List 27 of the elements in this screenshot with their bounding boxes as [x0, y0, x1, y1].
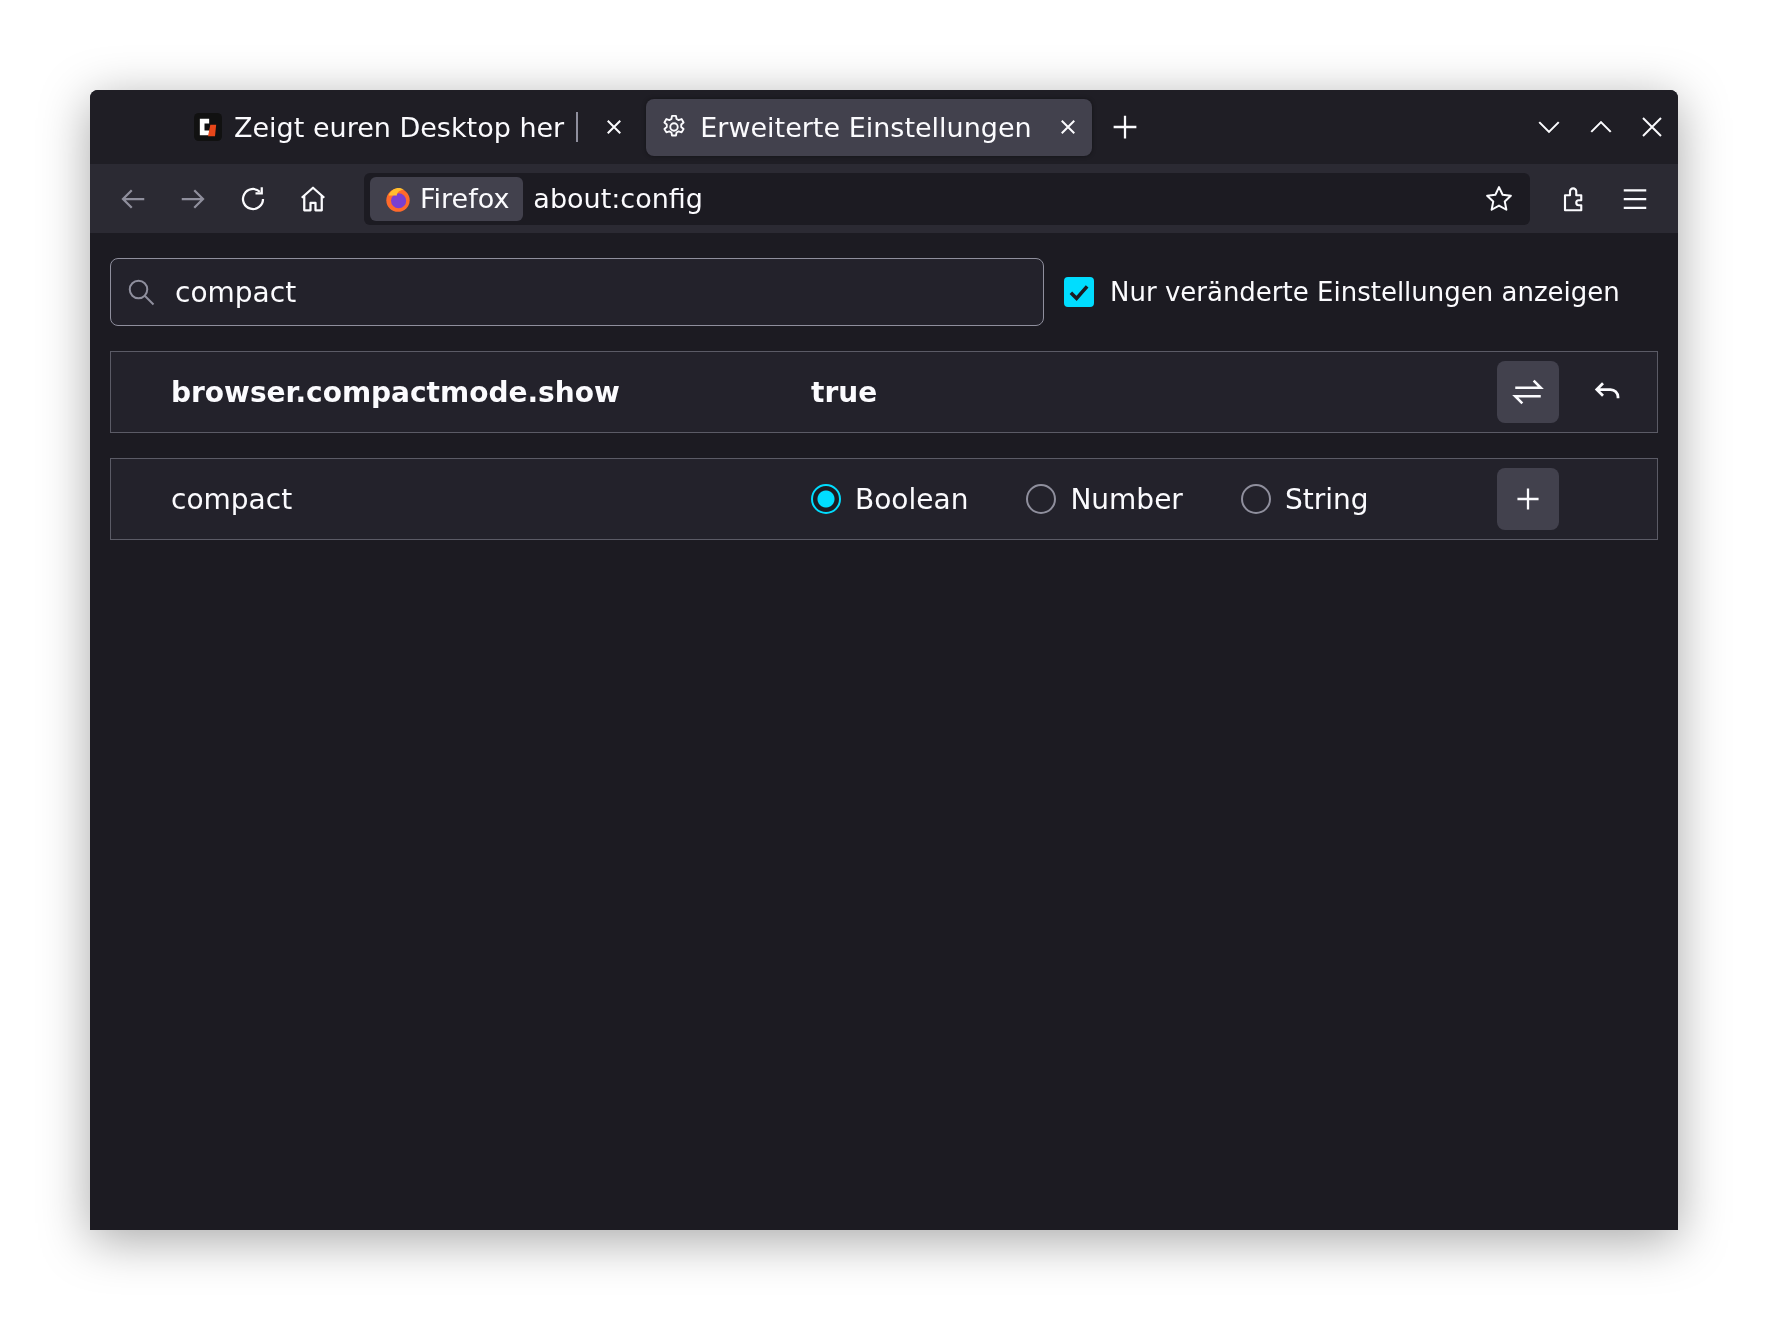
tab[interactable]: Erweiterte Einstellungen [646, 98, 1092, 156]
preference-name: compact [171, 482, 294, 516]
address-bar[interactable]: Firefox about:config [364, 172, 1530, 225]
tab-title: Erweiterte Einstellungen [700, 111, 1032, 143]
radio-button[interactable] [811, 484, 841, 514]
search-icon [126, 277, 156, 307]
radio-button[interactable] [1240, 484, 1271, 514]
site-logo-icon [194, 113, 222, 141]
tab[interactable]: Zeigt euren Desktop her [180, 98, 639, 156]
search-field[interactable]: compact [110, 258, 1044, 326]
url-text: about:config [533, 183, 704, 214]
add-button[interactable] [1497, 468, 1559, 530]
close-icon[interactable] [1640, 115, 1664, 139]
checkbox-label: Nur veränderte Einstellungen anzeigen [1110, 277, 1620, 307]
star-icon[interactable] [1484, 183, 1514, 214]
radio-label: String [1284, 482, 1369, 516]
new-tab-icon[interactable] [1111, 114, 1138, 140]
toggle-button[interactable] [1497, 361, 1559, 423]
preference-name: browser.compactmode.show [171, 375, 621, 409]
radio-button[interactable] [1026, 484, 1057, 514]
tab-title: Zeigt euren Desktop her [234, 111, 565, 143]
preference-value: true [811, 375, 878, 409]
radio-label: Boolean [855, 482, 969, 516]
plus-icon [1515, 486, 1541, 512]
identity-button[interactable]: Firefox [370, 176, 524, 221]
radio-label: Number [1070, 482, 1183, 516]
checkbox[interactable] [1064, 277, 1094, 307]
